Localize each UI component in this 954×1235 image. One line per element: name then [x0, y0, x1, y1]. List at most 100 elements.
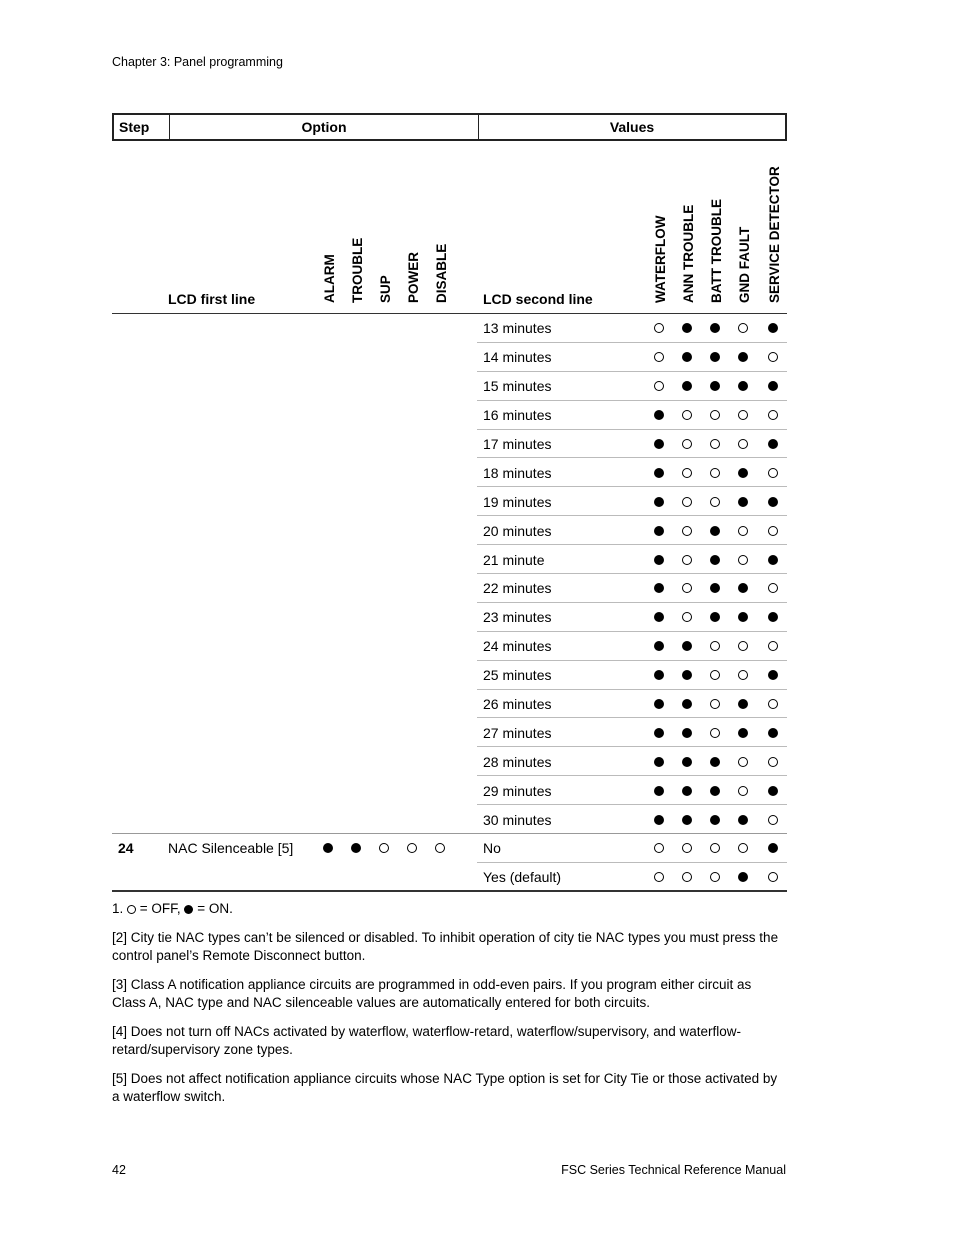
- off-circle-icon: [738, 439, 748, 449]
- off-circle-icon: [710, 641, 720, 652]
- on-dot-icon: [710, 323, 720, 334]
- off-circle-icon: [768, 410, 778, 421]
- on-dot-icon: [738, 496, 748, 507]
- on-dot-icon: [682, 814, 692, 825]
- subheader-lcd-first-line: LCD first line: [168, 291, 256, 307]
- table-row: 17 minutes: [112, 430, 787, 459]
- table-body: 13 minutes 14 minutes 15 minutes 16 minutes…: [112, 314, 787, 892]
- off-circle-icon: [435, 843, 445, 854]
- off-circle-icon: [682, 554, 692, 565]
- on-dot-icon: [768, 496, 778, 507]
- table-subheader: LCD first line LCD second line ALARM TROU…: [112, 141, 787, 314]
- value-label: 20 minutes: [483, 522, 552, 539]
- table-header: Step Option Values: [112, 113, 787, 141]
- option-led-header: SUP: [377, 153, 393, 303]
- subheader-lcd-second-line: LCD second line: [483, 291, 593, 307]
- table-row: 28 minutes: [112, 747, 787, 777]
- on-dot-icon: [351, 843, 361, 854]
- value-label: 27 minutes: [483, 724, 552, 741]
- on-dot-icon: [654, 612, 664, 623]
- value-led-header: GND FAULT: [736, 153, 752, 303]
- off-circle-icon: [710, 699, 720, 710]
- off-circle-icon: [407, 843, 417, 854]
- off-circle-icon: [682, 525, 692, 536]
- off-circle-icon: [682, 612, 692, 623]
- option-led-header-label: DISABLE: [434, 243, 449, 303]
- value-label: 16 minutes: [483, 407, 552, 424]
- on-dot-icon: [738, 583, 748, 594]
- on-dot-icon: [738, 814, 748, 825]
- value-label: 22 minutes: [483, 580, 552, 597]
- table-row: 25 minutes: [112, 661, 787, 690]
- on-dot-icon: [710, 814, 720, 825]
- on-dot-icon: [738, 352, 748, 363]
- off-circle-icon: [738, 756, 748, 767]
- table-row: 14 minutes: [112, 343, 787, 372]
- value-label: 24 minutes: [483, 638, 552, 655]
- option-led-header-label: TROUBLE: [350, 237, 365, 303]
- value-label: 21 minute: [483, 551, 545, 568]
- page-number: 42: [112, 1163, 126, 1177]
- value-label: 17 minutes: [483, 436, 552, 452]
- table-row: 27 minutes: [112, 718, 787, 748]
- on-dot-icon: [654, 785, 664, 796]
- on-dot-icon: [654, 641, 664, 652]
- table-row: 23 minutes: [112, 603, 787, 632]
- off-circle-icon: [768, 699, 778, 710]
- header-values: Values: [609, 119, 655, 135]
- value-label: 15 minutes: [483, 378, 552, 395]
- on-dot-icon: [768, 323, 778, 334]
- off-circle-icon: [682, 410, 692, 421]
- option-led-header: DISABLE: [433, 153, 449, 303]
- legend-on-label: = ON.: [197, 901, 233, 916]
- on-dot-icon: [768, 439, 778, 449]
- on-dot-icon: [654, 410, 664, 421]
- on-dot-icon: [710, 756, 720, 767]
- on-dot-icon: [654, 496, 664, 507]
- off-circle-icon: [682, 583, 692, 594]
- off-circle-icon: [768, 872, 778, 883]
- value-label: 18 minutes: [483, 464, 552, 481]
- off-circle-icon: [710, 843, 720, 854]
- on-dot-icon: [768, 785, 778, 796]
- table-row: 20 minutes: [112, 516, 787, 546]
- on-dot-icon: [710, 583, 720, 594]
- off-circle-icon: [768, 352, 778, 363]
- off-circle-icon: [710, 872, 720, 883]
- value-label: 28 minutes: [483, 753, 552, 770]
- on-dot-icon: [682, 352, 692, 363]
- value-label: No: [483, 840, 501, 857]
- off-circle-icon: [738, 843, 748, 854]
- on-dot-icon: [738, 699, 748, 710]
- value-led-header-label: WATERFLOW: [653, 215, 668, 303]
- off-circle-icon: [738, 641, 748, 652]
- value-label: 14 minutes: [483, 349, 552, 366]
- on-dot-icon: [768, 727, 778, 738]
- off-circle-icon: [682, 872, 692, 883]
- value-led-header-label: GND FAULT: [737, 226, 752, 303]
- on-dot-icon: [768, 554, 778, 565]
- legend-off-label: = OFF,: [139, 901, 181, 916]
- row-divider: [112, 889, 787, 892]
- header-option: Option: [170, 115, 479, 139]
- footnote-5: [5] Does not affect notification applian…: [112, 1070, 778, 1105]
- value-led-header: WATERFLOW: [652, 153, 668, 303]
- off-circle-icon: [682, 467, 692, 478]
- on-dot-icon: [654, 814, 664, 825]
- value-label: Yes (default): [483, 869, 562, 886]
- off-circle-icon: [768, 756, 778, 767]
- on-dot-icon: [682, 699, 692, 710]
- on-dot-icon: [654, 554, 664, 565]
- table-row: 22 minutes: [112, 574, 787, 603]
- on-dot-icon: [738, 727, 748, 738]
- on-dot-icon: [654, 670, 664, 681]
- off-circle-icon: [768, 583, 778, 594]
- value-label: 23 minutes: [483, 609, 552, 626]
- table-row: 13 minutes: [112, 314, 787, 343]
- option-led-header: ALARM: [321, 153, 337, 303]
- off-circle-icon: [768, 641, 778, 652]
- off-circle-icon: [768, 814, 778, 825]
- on-dot-icon: [682, 785, 692, 796]
- on-dot-icon: [654, 583, 664, 594]
- on-dot-icon: [710, 612, 720, 623]
